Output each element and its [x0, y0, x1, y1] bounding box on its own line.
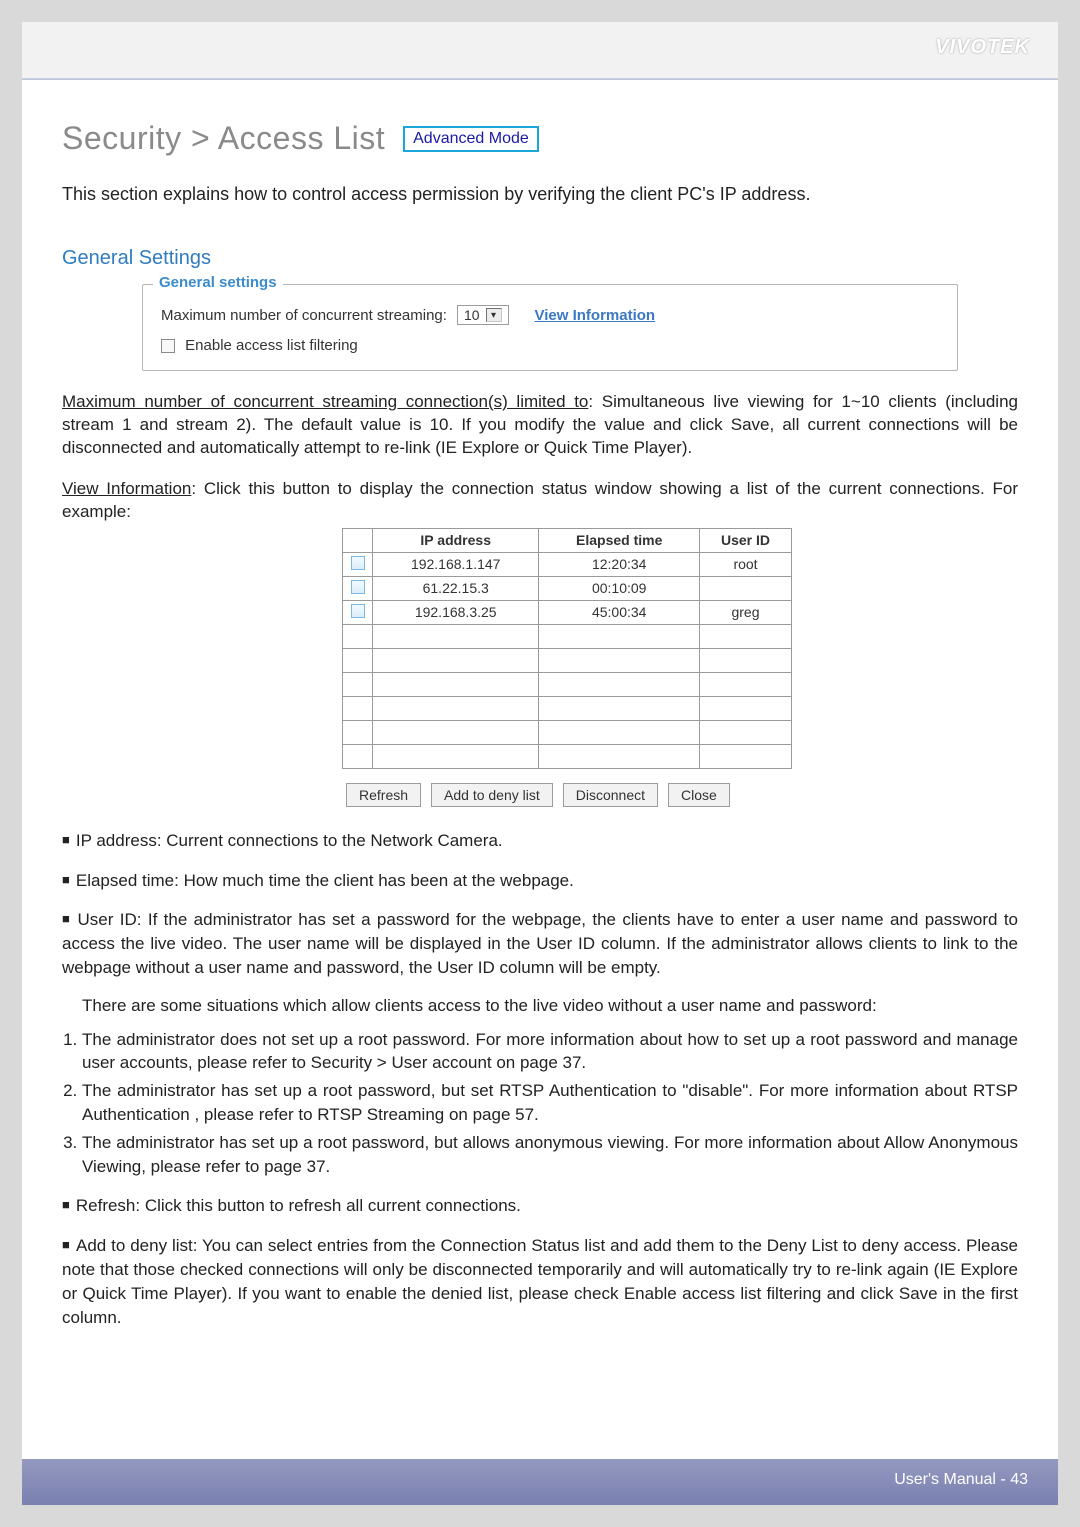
table-cell: 00:10:09 [539, 576, 700, 600]
disconnect-button[interactable]: Disconnect [563, 783, 658, 807]
row-checkbox[interactable] [351, 556, 365, 570]
bullet-add-deny: ■Add to deny list: You can select entrie… [62, 1234, 1018, 1329]
table-row [343, 624, 792, 648]
table-cell: greg [700, 600, 792, 624]
table-row [343, 696, 792, 720]
table-cell: root [700, 552, 792, 576]
table-cell [373, 720, 539, 744]
general-settings-fieldset: General settings Maximum number of concu… [142, 284, 958, 371]
view-information-link[interactable]: View Information [535, 307, 656, 324]
row-checkbox[interactable] [351, 604, 365, 618]
table-cell: 45:00:34 [539, 600, 700, 624]
table-cell [700, 624, 792, 648]
table-row: 192.168.3.2545:00:34greg [343, 600, 792, 624]
table-row [343, 648, 792, 672]
table-cell [539, 624, 700, 648]
situation-2: The administrator has set up a root pass… [82, 1079, 1018, 1127]
footer-text: User's Manual - 43 [894, 1471, 1028, 1488]
max-streaming-paragraph: Maximum number of concurrent streaming c… [62, 391, 1018, 460]
max-streaming-label: Maximum number of concurrent streaming: [161, 307, 447, 324]
add-to-deny-list-button[interactable]: Add to deny list [431, 783, 553, 807]
table-cell [373, 696, 539, 720]
view-information-paragraph: View Information: Click this button to d… [62, 478, 1018, 524]
table-row: 192.168.1.14712:20:34root [343, 552, 792, 576]
table-cell [700, 576, 792, 600]
intro-text: This section explains how to control acc… [62, 181, 1018, 207]
row-checkbox[interactable] [351, 580, 365, 594]
table-cell [700, 648, 792, 672]
table-cell [700, 744, 792, 768]
table-cell: 192.168.3.25 [373, 600, 539, 624]
brand-text: VIVOTEK [935, 36, 1030, 58]
table-cell: 12:20:34 [539, 552, 700, 576]
table-row [343, 744, 792, 768]
table-cell [373, 648, 539, 672]
refresh-button[interactable]: Refresh [346, 783, 421, 807]
col-elapsed: Elapsed time [539, 528, 700, 552]
table-cell: 61.22.15.3 [373, 576, 539, 600]
table-cell [700, 696, 792, 720]
bullet-refresh: ■Refresh: Click this button to refresh a… [62, 1194, 1018, 1218]
advanced-mode-badge: Advanced Mode [403, 126, 539, 152]
table-cell: 192.168.1.147 [373, 552, 539, 576]
general-settings-heading: General Settings [62, 247, 1018, 270]
max-streaming-value: 10 [464, 307, 480, 323]
table-cell [700, 672, 792, 696]
page-title: Security > Access List [62, 120, 385, 157]
bullet-ip: ■IP address: Current connections to the … [62, 829, 1018, 853]
table-cell [539, 696, 700, 720]
table-cell [539, 672, 700, 696]
bullet-elapsed: ■Elapsed time: How much time the client … [62, 869, 1018, 893]
chevron-down-icon: ▾ [486, 308, 502, 322]
enable-filtering-label: Enable access list filtering [185, 337, 358, 354]
col-ip: IP address [373, 528, 539, 552]
table-row [343, 720, 792, 744]
table-row: 61.22.15.300:10:09 [343, 576, 792, 600]
table-row [343, 672, 792, 696]
table-cell [373, 744, 539, 768]
connection-status-panel: IP address Elapsed time User ID 192.168.… [342, 528, 792, 807]
table-cell [539, 648, 700, 672]
connection-status-table: IP address Elapsed time User ID 192.168.… [342, 528, 792, 769]
table-cell [373, 624, 539, 648]
bullet-userid: ■User ID: If the administrator has set a… [62, 908, 1018, 1178]
max-streaming-select[interactable]: 10 ▾ [457, 305, 509, 325]
table-cell [373, 672, 539, 696]
close-button[interactable]: Close [668, 783, 730, 807]
table-cell [700, 720, 792, 744]
brand-bar: VIVOTEK [22, 22, 1058, 78]
page-footer: User's Manual - 43 [22, 1459, 1058, 1505]
table-cell [539, 720, 700, 744]
table-cell [539, 744, 700, 768]
fieldset-legend: General settings [153, 274, 283, 291]
situation-3: The administrator has set up a root pass… [82, 1131, 1018, 1179]
situation-1: The administrator does not set up a root… [82, 1028, 1018, 1076]
enable-filtering-checkbox[interactable] [161, 339, 175, 353]
col-userid: User ID [700, 528, 792, 552]
